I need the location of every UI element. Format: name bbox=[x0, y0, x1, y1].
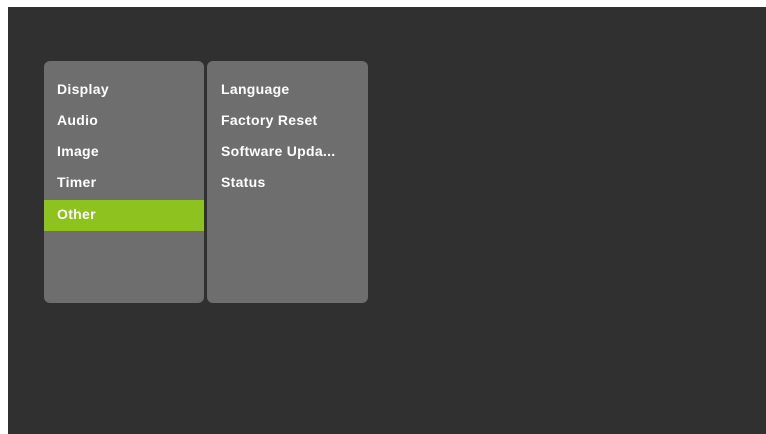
sub-menu-item-status[interactable]: Status bbox=[207, 169, 368, 200]
sub-menu-item-factory-reset[interactable]: Factory Reset bbox=[207, 107, 368, 138]
sub-menu-item-software-update[interactable]: Software Upda... bbox=[207, 138, 368, 169]
main-menu-panel: Display Audio Image Timer Other bbox=[44, 61, 204, 303]
settings-screen: Display Audio Image Timer Other Language… bbox=[8, 7, 766, 434]
sub-menu-panel: Language Factory Reset Software Upda... … bbox=[207, 61, 368, 303]
main-menu-item-audio[interactable]: Audio bbox=[44, 107, 204, 138]
sub-menu-item-language[interactable]: Language bbox=[207, 76, 368, 107]
main-menu-item-image[interactable]: Image bbox=[44, 138, 204, 169]
main-menu-item-display[interactable]: Display bbox=[44, 76, 204, 107]
main-menu-item-timer[interactable]: Timer bbox=[44, 169, 204, 200]
sub-menu-list: Language Factory Reset Software Upda... … bbox=[207, 76, 368, 200]
main-menu-list: Display Audio Image Timer Other bbox=[44, 76, 204, 231]
main-menu-item-other[interactable]: Other bbox=[44, 200, 204, 231]
